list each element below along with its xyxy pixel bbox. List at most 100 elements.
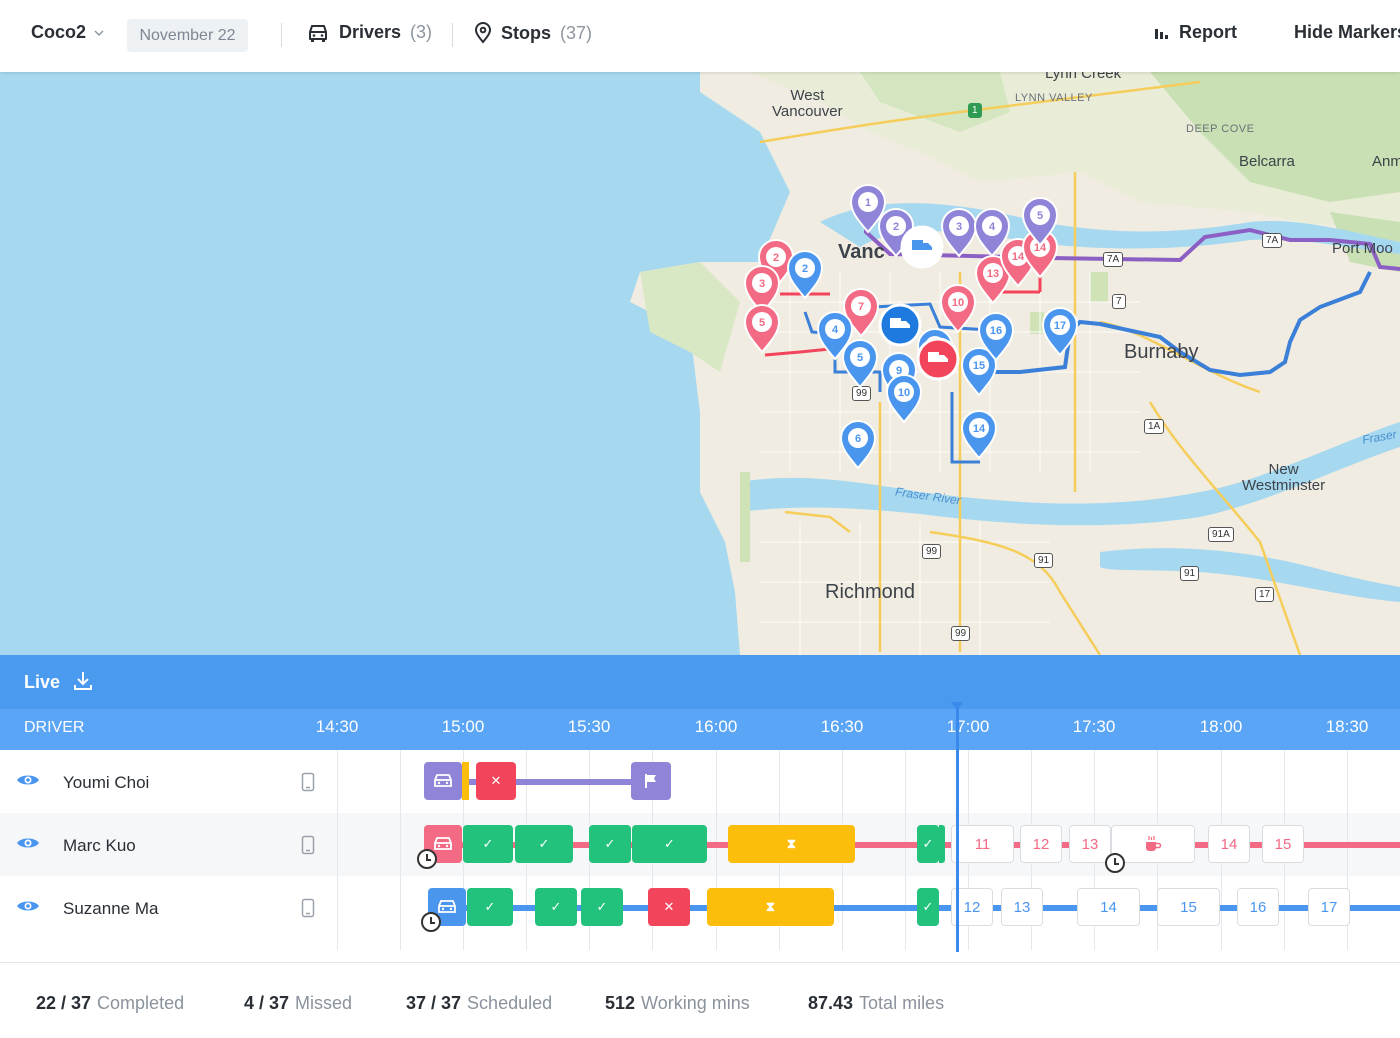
stop-number: 14 [1100,898,1117,916]
x-icon: ✕ [663,899,675,914]
stop-number: 12 [963,898,981,916]
pending-stop-block[interactable]: 13 [1069,825,1111,863]
pending-stop-block[interactable]: 17 [1308,888,1350,926]
marker-label: 2 [802,263,808,275]
check-icon: ✓ [482,836,494,851]
stat-working-mins: 512 Working mins [605,993,750,1014]
completed-stop-block[interactable]: ✓ [632,825,707,863]
map-stop-marker[interactable]: 17 [1041,307,1079,357]
marker-label: 10 [952,297,964,309]
timeline-header: DRIVER 14:30 15:00 15:30 16:00 16:30 17:… [0,709,1400,750]
flag-icon [645,774,656,788]
pending-stop-block[interactable]: 13 [1001,888,1043,926]
stop-number: 13 [1013,898,1031,916]
time-tick: 17:30 [1072,717,1116,736]
completed-stop-block[interactable]: ✓ [917,825,939,863]
eye-icon[interactable] [16,898,40,914]
stop-number: 13 [1081,835,1099,853]
drivers-label: Drivers [339,22,402,42]
map-stop-marker[interactable]: 5 [841,339,879,389]
marker-label: 5 [759,317,765,329]
stat-label: Scheduled [467,993,553,1013]
date-picker[interactable]: November 22 [127,19,248,52]
top-bar: Coco2 November 22 Drivers (3) Stops (37)… [0,0,1400,72]
waiting-block[interactable]: ⧗ [707,888,834,926]
stop-number: 16 [1249,898,1267,916]
missed-stop-block[interactable]: ✕ [648,888,690,926]
map-stop-marker[interactable]: 10 [885,374,923,424]
map-stop-marker[interactable]: 14 [960,410,998,460]
marker-label: 6 [855,433,861,445]
pending-stop-block[interactable]: 11 [951,825,1014,863]
pending-stop-block[interactable]: 15 [1157,888,1220,926]
marker-label: 3 [956,221,962,233]
eye-icon[interactable] [16,772,40,788]
live-label: Live [24,672,61,692]
pending-stop-block[interactable]: 14 [1208,825,1250,863]
stat-label: Completed [97,993,185,1013]
car-icon [438,900,456,913]
hourglass-icon: ⧗ [765,899,776,914]
grid-line [400,750,401,950]
pending-stop-block[interactable]: 16 [1237,888,1279,926]
stat-label: Missed [295,993,353,1013]
driver-name: Marc Kuo [63,836,136,855]
pending-stop-block[interactable]: 12 [1020,825,1062,863]
phone-icon[interactable] [301,772,315,792]
completed-stop-block[interactable]: ✓ [463,825,513,863]
route-map[interactable]: West Vancouver Lynn Creek LYNN VALLEY DE… [0,72,1400,655]
clock-icon [1105,853,1125,873]
pending-stop-block[interactable]: 14 [1077,888,1140,926]
vehicle-start-block[interactable] [424,762,462,800]
map-stop-marker[interactable]: 6 [839,420,877,470]
driver-name: Suzanne Ma [63,899,159,918]
stat-value: 22 / 37 [36,993,92,1013]
completed-stop-block[interactable]: ✓ [581,888,623,926]
phone-icon[interactable] [301,835,315,855]
marker-label: 13 [987,268,999,280]
download-icon[interactable] [72,670,94,692]
stop-number: 11 [974,835,991,853]
phone-icon[interactable] [301,898,315,918]
time-tick: 15:00 [441,717,485,736]
marker-label: 4 [832,324,839,336]
marker-label: 17 [1054,320,1066,332]
completed-stop-block[interactable]: ✓ [917,888,939,926]
marker-label: 7 [858,301,864,313]
stops-label: Stops [501,22,552,43]
completed-stop-block[interactable]: ✓ [467,888,513,926]
map-stop-marker[interactable]: 2 [786,250,824,300]
finish-block[interactable] [631,762,671,800]
grid-line [337,750,338,950]
check-icon: ✓ [596,899,608,914]
driver-row: Youmi Choi [0,750,1400,813]
report-button[interactable]: Report [1154,22,1237,43]
drivers-button[interactable]: Drivers (3) [306,22,432,43]
map-stop-marker[interactable]: 5 [743,304,781,354]
vehicle-marker[interactable] [900,225,944,269]
completed-stop-block[interactable]: ✓ [589,825,631,863]
marker-label: 14 [973,423,986,435]
stops-button[interactable]: Stops (37) [474,22,592,44]
map-stop-marker[interactable]: 10 [939,284,977,334]
stat-value: 4 / 37 [244,993,290,1013]
vehicle-marker[interactable] [878,303,922,347]
report-label: Report [1179,22,1237,42]
current-marker [939,825,945,863]
break-marker [462,762,469,800]
marker-label: 5 [1037,210,1043,222]
org-name: Coco2 [31,22,87,42]
map-stop-marker[interactable]: 3 [940,208,978,258]
completed-stop-block[interactable]: ✓ [515,825,573,863]
org-selector[interactable]: Coco2 [31,22,104,43]
vehicle-marker[interactable] [916,337,960,381]
missed-stop-block[interactable]: ✕ [476,762,516,800]
chevron-down-icon [94,30,104,36]
stat-total-miles: 87.43 Total miles [808,993,944,1014]
marker-label: 5 [857,352,863,364]
hide-markers-button[interactable]: Hide Markers [1294,22,1400,43]
waiting-block[interactable]: ⧗ [728,825,855,863]
completed-stop-block[interactable]: ✓ [535,888,577,926]
eye-icon[interactable] [16,835,40,851]
pending-stop-block[interactable]: 15 [1262,825,1304,863]
